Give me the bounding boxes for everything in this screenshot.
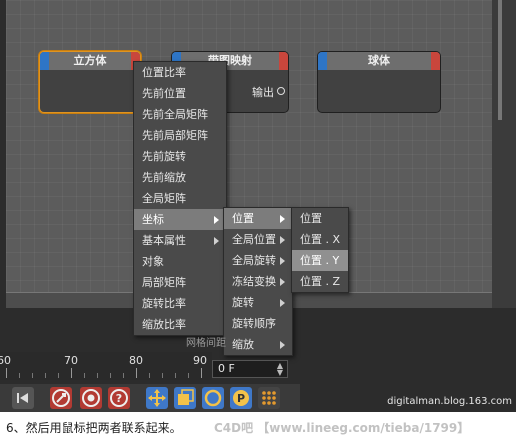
menu-item-previous-scale[interactable]: 先前缩放 bbox=[134, 167, 226, 188]
playback-toolbar: ? P bbox=[0, 384, 300, 412]
menu-item-basic-properties[interactable]: 基本属性 bbox=[134, 230, 226, 251]
tick-label: 90 bbox=[193, 354, 207, 367]
menu-item-scale[interactable]: 缩放 bbox=[224, 334, 292, 355]
right-side-panel bbox=[492, 0, 516, 308]
help-icon[interactable]: ? bbox=[108, 387, 130, 409]
tick-mark-minor bbox=[188, 373, 189, 378]
tick-label: 60 bbox=[0, 354, 11, 367]
tick-mark bbox=[201, 368, 202, 378]
menu-item-position-vector[interactable]: 位置 bbox=[292, 208, 348, 229]
tick-mark-minor bbox=[32, 373, 33, 378]
menu-item-label: 缩放 bbox=[232, 338, 254, 351]
grid-spacing-label: 网格间距 bbox=[186, 338, 226, 349]
menu-item-rotation-ratio[interactable]: 旋转比率 bbox=[134, 293, 226, 314]
skip-to-start-icon[interactable] bbox=[12, 387, 34, 409]
output-port-tab[interactable] bbox=[279, 52, 288, 70]
menu-item-previous-rotation[interactable]: 先前旋转 bbox=[134, 146, 226, 167]
scrollbar[interactable] bbox=[498, 0, 502, 120]
tutorial-caption: 6、然后用鼠标把两者联系起来。 bbox=[6, 421, 182, 435]
output-port-tab[interactable] bbox=[431, 52, 440, 70]
tick-mark-minor bbox=[45, 373, 46, 378]
menu-item-coordinates[interactable]: 坐标 bbox=[134, 209, 226, 230]
position-submenu: 位置 位置 . X 位置 . Y 位置 . Z bbox=[291, 207, 349, 293]
menu-item-label: 基本属性 bbox=[142, 234, 186, 247]
output-port-label: 输出 bbox=[252, 86, 274, 99]
menu-item-global-position[interactable]: 全局位置 bbox=[224, 229, 292, 250]
menu-item-rotation-order[interactable]: 旋转顺序 bbox=[224, 313, 292, 334]
menu-item-global-rotation[interactable]: 全局旋转 bbox=[224, 250, 292, 271]
timeline-ruler[interactable]: 60 70 80 90 bbox=[0, 352, 212, 380]
submenu-arrow-icon bbox=[280, 257, 285, 265]
tick-mark-minor bbox=[162, 373, 163, 378]
node-cube[interactable]: 立方体 bbox=[39, 51, 141, 113]
submenu-arrow-icon bbox=[280, 236, 285, 244]
tick-mark-minor bbox=[123, 373, 124, 378]
submenu-arrow-icon bbox=[214, 216, 219, 224]
rotate-icon[interactable] bbox=[202, 387, 224, 409]
tick-mark-minor bbox=[58, 373, 59, 378]
dots-grid-icon[interactable] bbox=[258, 387, 280, 409]
frame-value: 0 F bbox=[218, 362, 235, 375]
tick-label: 70 bbox=[64, 354, 78, 367]
menu-item-freeze-transform[interactable]: 冻结变换 bbox=[224, 271, 292, 292]
svg-text:?: ? bbox=[116, 392, 122, 405]
submenu-arrow-icon bbox=[214, 237, 219, 245]
menu-item-position[interactable]: 位置 bbox=[224, 208, 292, 229]
submenu-arrow-icon bbox=[280, 215, 285, 223]
menu-item-label: 位置 bbox=[232, 212, 254, 225]
submenu-arrow-icon bbox=[280, 278, 285, 286]
menu-item-label: 冻结变换 bbox=[232, 275, 276, 288]
menu-item-scale-ratio[interactable]: 缩放比率 bbox=[134, 314, 226, 335]
scale-icon[interactable] bbox=[174, 387, 196, 409]
node-title: 球体 bbox=[318, 52, 440, 70]
tick-label: 80 bbox=[129, 354, 143, 367]
menu-item-global-matrix[interactable]: 全局矩阵 bbox=[134, 188, 226, 209]
blog-watermark: digitalman.blog.163.com bbox=[387, 396, 512, 407]
coordinates-submenu: 位置 全局位置 全局旋转 冻结变换 旋转 旋转顺序 缩放 bbox=[223, 207, 293, 356]
submenu-arrow-icon bbox=[280, 299, 285, 307]
menu-item-position-z[interactable]: 位置 . Z bbox=[292, 271, 348, 292]
menu-item-previous-local-matrix[interactable]: 先前局部矩阵 bbox=[134, 125, 226, 146]
port-context-menu: 位置比率 先前位置 先前全局矩阵 先前局部矩阵 先前旋转 先前缩放 全局矩阵 坐… bbox=[133, 61, 227, 336]
menu-item-position-ratio[interactable]: 位置比率 bbox=[134, 62, 226, 83]
menu-item-rotation[interactable]: 旋转 bbox=[224, 292, 292, 313]
menu-item-local-matrix[interactable]: 局部矩阵 bbox=[134, 272, 226, 293]
node-sphere[interactable]: 球体 bbox=[317, 51, 441, 113]
input-port-tab[interactable] bbox=[318, 52, 327, 70]
tick-mark-minor bbox=[149, 373, 150, 378]
menu-item-position-y[interactable]: 位置 . Y bbox=[292, 250, 348, 271]
parameter-icon[interactable]: P bbox=[230, 387, 252, 409]
menu-item-object[interactable]: 对象 bbox=[134, 251, 226, 272]
forum-watermark: C4D吧 【www.lineeg.com/tieba/1799】 bbox=[214, 421, 470, 435]
input-port-tab[interactable] bbox=[40, 52, 49, 70]
tick-mark-minor bbox=[19, 373, 20, 378]
menu-item-label: 坐标 bbox=[142, 213, 164, 226]
tick-mark bbox=[6, 368, 7, 378]
menu-item-label: 全局旋转 bbox=[232, 254, 276, 267]
menu-item-previous-global-matrix[interactable]: 先前全局矩阵 bbox=[134, 104, 226, 125]
tick-mark-minor bbox=[110, 373, 111, 378]
menu-item-label: 旋转 bbox=[232, 296, 254, 309]
submenu-arrow-icon bbox=[280, 341, 285, 349]
tick-mark bbox=[136, 368, 137, 378]
cinema4d-screenshot: 立方体 带图映射 输出 球体 位置比率 先前位置 先前全局矩阵 先前局部矩阵 先… bbox=[0, 0, 516, 412]
tick-mark-minor bbox=[97, 373, 98, 378]
tick-mark-minor bbox=[175, 373, 176, 378]
node-title: 立方体 bbox=[40, 52, 140, 70]
svg-text:P: P bbox=[237, 392, 245, 405]
record-icon[interactable] bbox=[80, 387, 102, 409]
stepper-arrows-icon[interactable]: ▲ ▼ bbox=[277, 362, 283, 377]
tick-mark-minor bbox=[84, 373, 85, 378]
menu-item-label: 全局位置 bbox=[232, 233, 276, 246]
move-keys-icon[interactable] bbox=[50, 387, 72, 409]
menu-item-previous-position[interactable]: 先前位置 bbox=[134, 83, 226, 104]
current-frame-field[interactable]: 0 F ▲ ▼ bbox=[212, 360, 288, 378]
move-icon[interactable] bbox=[146, 387, 168, 409]
output-port-circle[interactable] bbox=[277, 87, 285, 95]
menu-item-position-x[interactable]: 位置 . X bbox=[292, 229, 348, 250]
tick-mark bbox=[71, 368, 72, 378]
